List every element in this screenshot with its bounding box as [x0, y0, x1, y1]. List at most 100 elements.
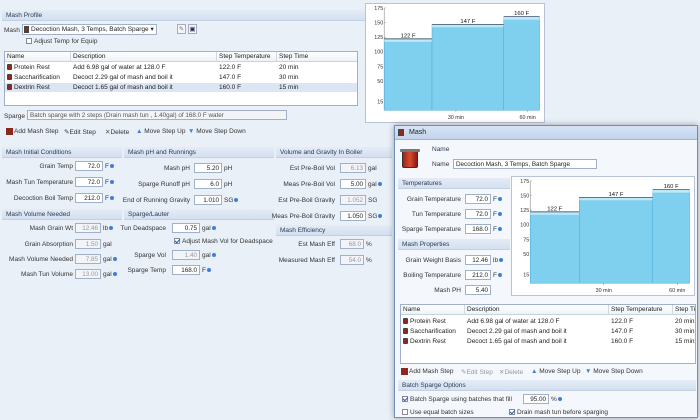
y-tick-label: 150 — [374, 21, 383, 27]
absorb-value: 1.50 — [75, 239, 101, 249]
info-dot-icon — [378, 214, 383, 219]
adjust-temp-checkbox[interactable] — [26, 38, 32, 44]
dialog-title: Mash — [409, 129, 427, 136]
temperatures-header: Temperatures — [398, 178, 510, 189]
col-step-time[interactable]: Step Time — [277, 52, 357, 62]
save-mash-icon[interactable]: ▣ — [188, 24, 197, 34]
tun-temp-input[interactable]: 72.0 — [75, 177, 103, 187]
sparge-temp-input[interactable]: 168.0 — [172, 265, 200, 275]
col-name[interactable]: Name — [401, 305, 465, 315]
info-dot-icon — [109, 164, 114, 169]
add-mash-step-button[interactable]: Add Mash Step — [6, 128, 58, 135]
dlg-ph-input[interactable]: 5.40 — [465, 285, 491, 295]
equal-batch-checkbox[interactable] — [402, 409, 408, 415]
info-dot-icon — [109, 196, 114, 201]
table-row[interactable]: Saccharification Decoct 2.29 gal of mash… — [401, 327, 695, 336]
adjust-deadspace-checkbox[interactable] — [174, 238, 180, 244]
meas-preboil-vol-input[interactable]: 5.00 — [340, 179, 366, 189]
dlg-edit-step-button[interactable]: ✎Edit Step — [461, 368, 493, 376]
est-preboil-vol-value: 6.13 — [340, 163, 366, 173]
batch-fill-checkbox[interactable] — [402, 396, 408, 402]
table-row[interactable]: Dextrin Rest Decoct 1.65 gal of mash and… — [5, 83, 357, 92]
dlg-grain-wt-label: Grain Weight Basis — [405, 257, 461, 264]
dlg-add-mash-step-button[interactable]: Add Mash Step — [401, 368, 453, 375]
dlg-grain-temp-input[interactable]: 72.0 — [465, 194, 491, 204]
drain-tun-checkbox[interactable] — [509, 409, 515, 415]
sparge-summary: Batch sparge with 2 steps (Drain mash tu… — [27, 110, 287, 120]
runoff-ph-input[interactable]: 6.0 — [194, 179, 222, 189]
dialog-titlebar[interactable]: Mash — [395, 126, 697, 140]
mash-ph-label: Mash pH — [163, 165, 190, 172]
sparge-vol-label: Sparge Vol — [134, 252, 166, 259]
grain-wt-label: Mash Grain Wt — [29, 225, 73, 232]
col-description[interactable]: Description — [71, 52, 217, 62]
arrow-up-icon: ▲ — [531, 368, 538, 375]
move-step-up-button[interactable]: ▲ Move Step Up — [136, 128, 185, 135]
col-step-temp[interactable]: Step Temperature — [217, 52, 277, 62]
mash-select-icon — [24, 26, 29, 33]
arrow-down-icon: ▼ — [585, 368, 592, 375]
info-dot-icon — [112, 257, 117, 262]
deadspace-input[interactable]: 0.75 — [172, 223, 200, 233]
meas-preboil-grav-input[interactable]: 1.050 — [340, 211, 366, 221]
mash-select-value: Decoction Mash, 3 Temps, Batch Sparge — [31, 26, 149, 33]
x-tick-label: 30 min — [596, 288, 612, 294]
dlg-boil-temp-input[interactable]: 212.0 — [465, 270, 491, 280]
volume-needed-header: Mash Volume Needed — [2, 209, 122, 220]
mash-vol-label: Mash Volume Needed — [9, 256, 73, 263]
info-dot-icon — [112, 272, 117, 277]
mash-ph-input[interactable]: 5.20 — [194, 163, 222, 173]
step-area — [383, 38, 433, 111]
tun-vol-value: 13.00 — [75, 269, 101, 279]
dialog-name-header: Name — [432, 146, 450, 153]
table-row[interactable]: Dextrin Rest Decoct 1.65 gal of mash and… — [401, 337, 695, 346]
meas-preboil-vol-label: Meas Pre-Boil Vol — [283, 181, 335, 188]
info-dot-icon — [211, 226, 216, 231]
info-dot-icon — [211, 253, 216, 258]
mash-vol-value: 7.85 — [75, 254, 101, 264]
dlg-delete-button[interactable]: ✕Delete — [499, 368, 523, 376]
dlg-tun-temp-input[interactable]: 72.0 — [465, 209, 491, 219]
est-preboil-grav-value: 1.052 — [340, 195, 366, 205]
grain-wt-value: 12.46 — [75, 223, 101, 233]
table-row[interactable]: Protein Rest Add 6.98 gal of water at 12… — [401, 317, 695, 326]
edit-step-button[interactable]: ✎Edit Step — [64, 128, 96, 136]
ph-unit: pH — [224, 165, 233, 172]
move-step-down-button[interactable]: ▼ Move Step Down — [188, 128, 246, 135]
mash-step-icon — [7, 64, 12, 71]
info-dot-icon — [109, 180, 114, 185]
y-tick-label: 175 — [520, 179, 529, 185]
delete-button[interactable]: ✕Delete — [105, 128, 129, 136]
y-tick-label: 100 — [520, 223, 529, 229]
table-row[interactable]: Protein Rest Add 6.98 gal of water at 12… — [5, 63, 357, 72]
mash-select[interactable]: Decoction Mash, 3 Temps, Batch Sparge ▾ — [22, 24, 157, 35]
col-step-temp[interactable]: Step Temperature — [609, 305, 673, 315]
mash-step-icon — [401, 368, 408, 375]
dlg-sparge-temp-label: Sparge Temperature — [401, 226, 461, 233]
mash-steps-table[interactable]: Name Description Step Temperature Step T… — [4, 51, 358, 106]
dlg-move-step-up-button[interactable]: ▲ Move Step Up — [531, 368, 580, 375]
edit-mash-icon[interactable]: ✎ — [177, 24, 186, 34]
table-row[interactable]: Saccharification Decoct 2.29 gal of mash… — [5, 73, 357, 82]
col-description[interactable]: Description — [465, 305, 609, 315]
dlg-sparge-temp-input[interactable]: 168.0 — [465, 224, 491, 234]
batch-fill-input[interactable]: 95.00 — [523, 394, 549, 404]
est-eff-value: 68.0 — [340, 239, 364, 249]
percent-unit: % — [366, 257, 372, 264]
grain-temp-input[interactable]: 72.0 — [75, 161, 103, 171]
dialog-name-input[interactable]: Decoction Mash, 3 Temps, Batch Sparge — [453, 159, 597, 169]
end-gravity-input[interactable]: 1.010 — [194, 195, 222, 205]
info-dot-icon — [557, 397, 562, 402]
est-preboil-grav-label: Est Pre-Boil Gravity — [278, 197, 335, 204]
info-dot-icon — [499, 258, 504, 263]
info-dot-icon — [497, 197, 502, 202]
col-step-time[interactable]: Step Tin — [673, 305, 695, 315]
boil-temp-input[interactable]: 212.0 — [75, 193, 103, 203]
dlg-grain-wt-input[interactable]: 12.46 — [465, 255, 491, 265]
y-tick-label: 15 — [377, 99, 383, 105]
dialog-steps-table[interactable]: Name Description Step Temperature Step T… — [400, 304, 696, 364]
dlg-move-step-down-button[interactable]: ▼ Move Step Down — [585, 368, 643, 375]
adjust-deadspace-label: Adjust Mash Vol for Deadspace — [182, 238, 273, 245]
col-name[interactable]: Name — [5, 52, 71, 62]
mash-label: Mash — [4, 27, 20, 34]
